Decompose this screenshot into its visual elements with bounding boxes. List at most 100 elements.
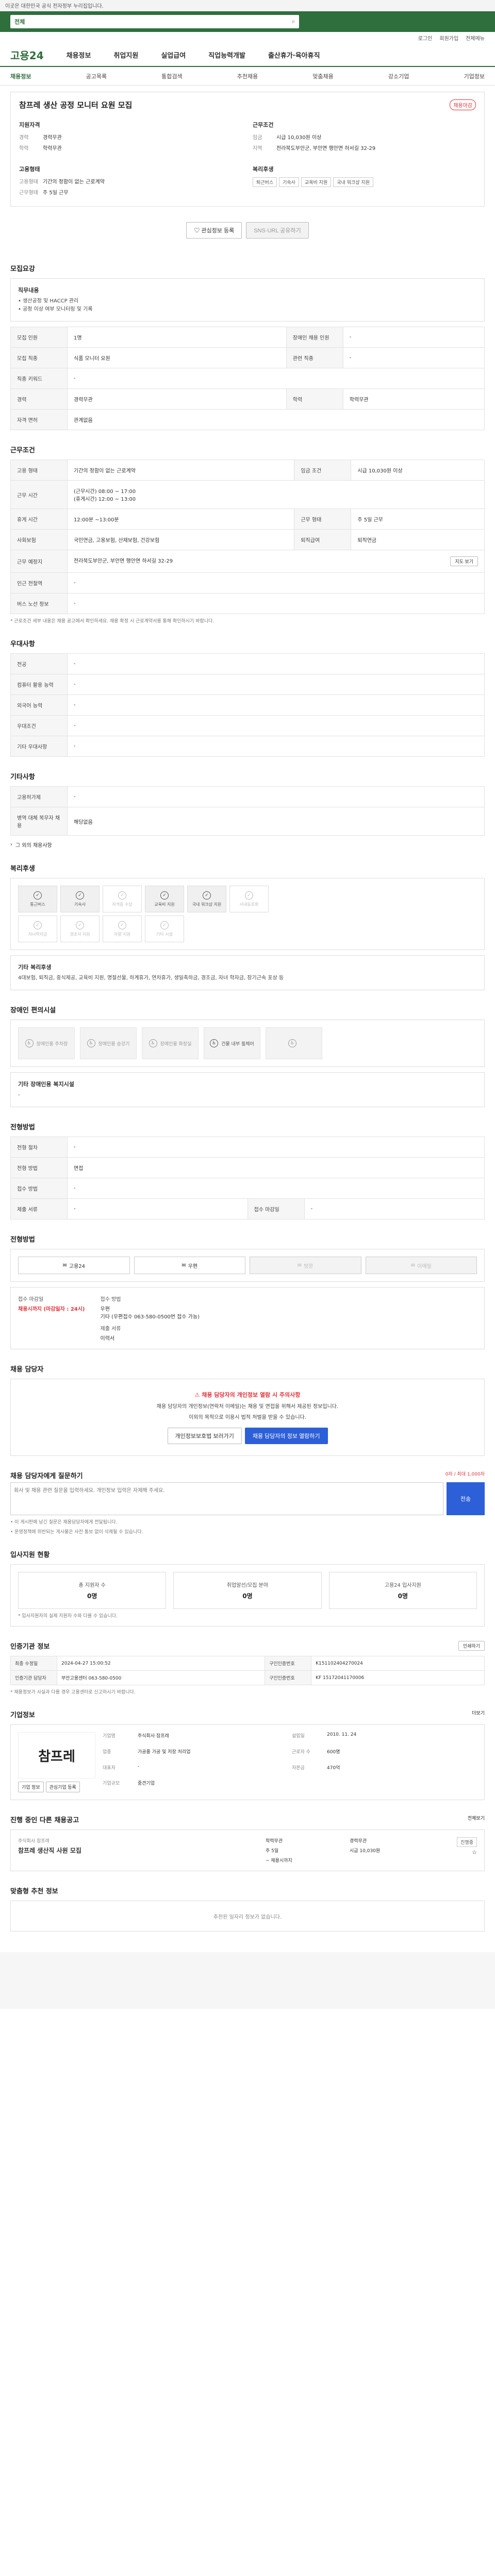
welfare-tile-label: 기숙사 xyxy=(74,902,86,907)
site-logo[interactable]: 고용24 xyxy=(10,47,44,62)
action-row: ♡ 관심정보 등록 SNS·URL 공유하기 xyxy=(10,207,485,249)
apply-method-label: 우편 xyxy=(188,1263,198,1269)
search-icon[interactable]: ⌕ xyxy=(292,18,295,25)
company-more-link[interactable]: 더보기 xyxy=(472,1709,485,1719)
search-input[interactable]: 전체 ⌕ xyxy=(10,15,299,28)
row-label: 근무 예정지 xyxy=(10,550,68,573)
welfare-tile: ✓ 국내 워크샵 지원 xyxy=(187,886,226,912)
cond-key: 임금 xyxy=(253,135,262,141)
nav-item-jobs[interactable]: 채용정보 xyxy=(67,50,91,60)
search-scope[interactable]: 전체 xyxy=(14,18,25,26)
applicants-box: 총 지원자 수 0명 취업알선/모집 분야 0명 고용24 입사지원 0명 * 입사지… xyxy=(10,1564,485,1626)
subnav-item-3[interactable]: 추천채용 xyxy=(237,72,258,80)
detail-value: - xyxy=(138,1764,140,1769)
subnav-item-1[interactable]: 공고목록 xyxy=(86,72,107,80)
row-value: 면접 xyxy=(67,1157,485,1178)
welfare-heading: 복리후생 xyxy=(253,166,274,173)
row-value: - xyxy=(304,1198,485,1219)
company-info-button[interactable]: 기업 정보 xyxy=(18,1782,44,1792)
welfare-tile: ✓ 기타 시설 xyxy=(145,916,184,942)
row-value: - xyxy=(67,736,485,757)
subnav-item-2[interactable]: 통합검색 xyxy=(161,72,182,80)
row-label: 전공 xyxy=(10,653,68,674)
meta-item: 시급 10,030원 xyxy=(350,1849,381,1854)
welfare-tile-label: 사내동호회 xyxy=(239,902,259,907)
scrap-button[interactable]: ♡ 관심정보 등록 xyxy=(186,222,242,239)
cond-heading: 근무조건 xyxy=(253,122,274,128)
others-more-link[interactable]: 전체보기 xyxy=(468,1815,485,1824)
privacy-warning: ⚠ 채용 담당자의 개인정보 열람 시 주의사항 채용 담당자의 개인정보(연락… xyxy=(10,1379,485,1456)
etc-table: 고용허가제 - 병역 대체 복무자 채용 해당없음 xyxy=(10,786,485,836)
subnav-item-6[interactable]: 기업정보 xyxy=(464,72,484,80)
subnav-item-0[interactable]: 채용정보 xyxy=(10,72,31,80)
star-icon[interactable]: ☆ xyxy=(472,1849,477,1856)
subnav-item-5[interactable]: 강소기업 xyxy=(388,72,409,80)
row-value: 식품 모니터 요원 xyxy=(67,347,287,368)
cond-value: 시급 10,030원 이상 xyxy=(276,135,322,141)
company-logo: 참프레 xyxy=(18,1732,95,1778)
row-label: 제출 서류 xyxy=(10,1198,68,1219)
row-label: 기타 우대사항 xyxy=(10,736,68,757)
show-contact-button[interactable]: 채용 담당자의 정보 열람하기 xyxy=(244,1428,328,1444)
favorite-company-button[interactable]: 관심기업 등록 xyxy=(45,1782,80,1792)
wheelchair-icon: ♿ xyxy=(148,1039,157,1047)
stat-label: 고용24 입사지원 xyxy=(384,1583,421,1588)
inquiry-textarea[interactable] xyxy=(10,1482,443,1515)
apply-method: ✉ 고용24 xyxy=(18,1257,130,1274)
welfare-tag: 퇴근버스 xyxy=(253,177,277,187)
conditions-table: 고용 형태 기간의 정함이 없는 근로계약 임금 조건 시급 10,030원 이상 근… xyxy=(10,460,485,614)
map-button[interactable]: 지도 보기 xyxy=(450,556,478,566)
nav-item-leave[interactable]: 출산휴가·육아휴직 xyxy=(268,50,320,60)
row-label: 관련 직종 xyxy=(286,347,343,368)
warning-heading: 채용 담당자의 개인정보 열람 시 주의사항 xyxy=(202,1392,301,1398)
welfare-tile-label: 자격증 수당 xyxy=(112,902,133,907)
emp-key: 고용형태 xyxy=(19,179,38,185)
nav-item-benefit[interactable]: 실업급여 xyxy=(161,50,186,60)
print-button[interactable]: 인쇄하기 xyxy=(458,1641,485,1651)
subnav-item-4[interactable]: 맞춤채용 xyxy=(312,72,333,80)
papers-value: 이력서 xyxy=(100,1336,115,1342)
detail-key: 대표자 xyxy=(103,1765,116,1771)
content: 채용마감 참프레 생산 공정 모니터 요원 모집 지원자격 경력 경력무관 학력 학… xyxy=(10,92,485,1931)
detail-key: 자본금 xyxy=(292,1765,305,1771)
summary-title: 모집요강 xyxy=(10,265,35,273)
qual-value: 경력무관 xyxy=(43,135,62,141)
detail-value: 2010. 11. 24 xyxy=(327,1732,357,1737)
row-label: 고용허가제 xyxy=(10,786,68,807)
share-button[interactable]: SNS·URL 공유하기 xyxy=(246,222,309,239)
row-label: 장애인 채용 인원 xyxy=(286,327,343,348)
auth-title: 인증기관 정보 인쇄하기 xyxy=(10,1641,485,1651)
address-text: 전라북도부안군, 부안면 행안면 하서길 32-29 xyxy=(74,558,173,564)
row-label: 전형 방법 xyxy=(10,1157,68,1178)
benefit-icon: ✓ xyxy=(245,891,253,900)
disability-etc-heading: 기타 장애인용 복지시설 xyxy=(18,1081,74,1088)
welfare-grid: ✓ 통근버스 ✓ 기숙사 ✓ 자격증 수당 ✓ 교육비 지원 ✓ 국내 워크샵 지원 ✓ 사내동호회 ✓… xyxy=(18,886,477,942)
other-job-card[interactable]: 주식회사 참프레 참프레 생산직 사원 모집 학력무관 경력무관 주 5일 시급… xyxy=(10,1829,485,1871)
benefit-icon: ✓ xyxy=(76,921,84,929)
row-value: - xyxy=(67,653,485,674)
signup-link[interactable]: 회원가입 xyxy=(439,34,458,42)
row-label: 근무 시간 xyxy=(10,480,68,509)
apply-method: ✉ 방문 xyxy=(250,1257,361,1274)
scrap-label: 관심정보 등록 xyxy=(201,228,235,234)
char-counter: 0자 / 최대 1,000자 xyxy=(445,1472,485,1477)
benefit-icon: ✓ xyxy=(160,921,169,929)
nav-item-training[interactable]: 직업능력개발 xyxy=(208,50,245,60)
warning-text: 채용 담당자의 개인정보(연락처 이메일)는 채용 및 면접을 위해서 제공된 … xyxy=(156,1404,339,1410)
nav-item-support[interactable]: 취업지원 xyxy=(113,50,138,60)
welfare-tile: ✓ 차량 지원 xyxy=(103,916,142,942)
row-label: 고용 형태 xyxy=(10,460,68,481)
etc-more-link[interactable]: › 그 외의 채용사항 xyxy=(10,841,485,849)
inquiry-heading: 채용 담당자에게 질문하기 xyxy=(10,1472,83,1480)
login-link[interactable]: 로그인 xyxy=(418,34,433,42)
welfare-tile: ✓ 경조사 지원 xyxy=(60,916,100,942)
row-value: - xyxy=(67,786,485,807)
sitemap-link[interactable]: 전체메뉴 xyxy=(466,34,485,42)
row-value: KF 15172041170006 xyxy=(311,1670,485,1685)
welfare-tile-label: 통근버스 xyxy=(30,902,45,907)
send-button[interactable]: 전송 xyxy=(447,1482,485,1515)
welfare-etc-heading: 기타 복리후생 xyxy=(18,964,52,971)
detail-value: 주식회사 참프레 xyxy=(138,1734,169,1739)
privacy-law-button[interactable]: 개인정보보호법 보러가기 xyxy=(167,1428,242,1444)
other-job-title[interactable]: 참프레 생산직 사원 모집 xyxy=(18,1846,266,1855)
